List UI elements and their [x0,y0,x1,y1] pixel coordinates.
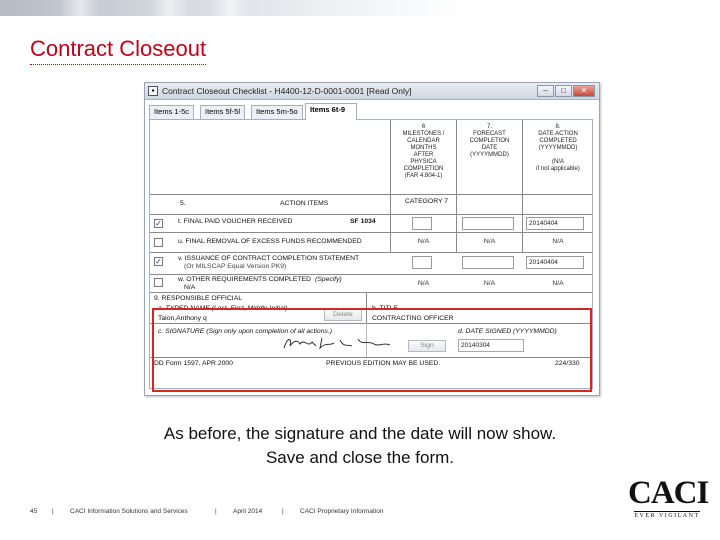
footer-date: April 2014 [233,508,263,515]
item-t-form-ref: SF 1034 [350,218,376,225]
title-label: b. TITLE [372,305,398,312]
item-w-checkbox[interactable] [154,278,163,287]
typed-name-label: a. TYPED NAME (Last, First, Middle Initi… [158,305,288,312]
checklist-window: ▪ Contract Closeout Checklist - H4400-12… [144,82,600,396]
footer-company: CACI Information Solutions and Services [70,508,188,515]
bar-highlight [60,0,100,16]
divider [150,232,592,233]
form-number: DD Form 1597, APR 2000 [154,360,233,367]
logo-rule [634,511,700,512]
page-code: 224/330 [555,360,580,367]
window-titlebar[interactable]: ▪ Contract Closeout Checklist - H4400-12… [145,83,599,100]
window-title: Contract Closeout Checklist - H4400-12-D… [162,86,412,96]
tab-items-5f-5l[interactable]: Items 5f-5l [200,105,246,119]
item-v-completed-field[interactable]: 20140404 [526,256,584,269]
footer-separator: | [282,508,284,515]
tab-items-6t-9[interactable]: Items 6t-9 [305,103,357,120]
item-w-specify: (Specify) [315,276,342,283]
page-number: 45 [30,508,38,515]
bar-highlight [210,0,250,16]
caci-logo: CACI EVER VIGILANT [628,475,709,524]
item-t-label: t. FINAL PAID VOUCHER RECEIVED [178,218,293,225]
logo-tagline: EVER VIGILANT [634,513,700,519]
date-signed-field[interactable]: 20140304 [458,339,524,352]
col-header-milestones: 6 MILESTONES / CALENDAR MONTHS AFTER PHY… [402,124,445,179]
slide-title: Contract Closeout [30,36,207,65]
divider [150,292,592,293]
category-label: CATEGORY 7 [405,198,449,205]
logo-wordmark: CACI [628,475,709,511]
divider [150,323,592,324]
divider [150,274,592,275]
signature-image [282,334,392,352]
action-items-label: ACTION ITEMS [280,200,329,207]
item-v-forecast-field[interactable] [462,256,514,269]
item-w-sublabel: N/A [184,284,196,291]
divider [150,357,592,358]
item-t-milestone-field[interactable] [412,217,432,230]
bar-highlight [150,0,190,16]
item-t-forecast-field[interactable] [462,217,514,230]
item-t-checkbox[interactable]: ✓ [154,219,163,228]
footer-proprietary: CACI Proprietary Information [300,508,384,515]
footer-separator: | [215,508,217,515]
item-u-forecast: N/A [483,238,496,245]
item-v-milestone-field[interactable] [412,256,432,269]
item-v-sublabel: (Or MILSCAP Equal Version PK9) [184,263,287,270]
tab-items-5m-5o[interactable]: Items 5m-5o [251,105,303,119]
divider [150,252,592,253]
title-value: CONTRACTING OFFICER [372,315,454,322]
item-w-forecast: N/A [483,280,496,287]
item-u-label: u. FINAL REMOVAL OF EXCESS FUNDS RECOMME… [178,238,362,245]
maximize-icon[interactable]: □ [555,85,572,97]
item-w-milestone: N/A [417,280,430,287]
edition-note: PREVIOUS EDITION MAY BE USED. [326,360,441,367]
divider [366,292,367,323]
row-number-5: 5. [180,200,186,207]
item-u-checkbox[interactable] [154,238,163,247]
sign-button[interactable]: Sign [408,340,446,352]
tab-items-1-5c[interactable]: Items 1-5c [149,105,195,119]
item-v-checkbox[interactable]: ✓ [154,257,163,266]
footer-separator: | [52,508,54,515]
delete-button[interactable]: Delete [324,309,362,321]
responsible-official-heading: 9. RESPONSIBLE OFFICIAL [154,295,243,302]
item-u-completed: N/A [552,238,564,245]
divider [150,194,592,195]
date-signed-label: d. DATE SIGNED (YYYYMMDD) [458,328,557,335]
typed-name-value: Talon,Anthony q [158,315,207,322]
item-w-label: w. OTHER REQUIREMENTS COMPLETED [178,276,311,283]
close-icon[interactable]: ✕ [573,85,595,97]
item-v-label: v. ISSUANCE OF CONTRACT COMPLETION STATE… [178,255,360,262]
caption-line-1: As before, the signature and the date wi… [163,424,557,443]
col-header-date-action: 8. DATE ACTION COMPLETED (YYYYMMDD) (N/A… [536,124,580,172]
item-t-completed-field[interactable]: 20140404 [526,217,584,230]
col-header-forecast: 7. FORECAST COMPLETION DATE (YYYYMMDD) [469,124,510,158]
caption-line-2: Save and close the form. [265,448,455,467]
divider [150,214,592,215]
app-icon: ▪ [148,86,158,96]
top-decorative-bar [0,0,720,16]
minimize-icon[interactable]: – [537,85,554,97]
item-w-completed: N/A [552,280,564,287]
item-u-milestone: N/A [417,238,430,245]
form-pane: 6 MILESTONES / CALENDAR MONTHS AFTER PHY… [149,119,593,389]
